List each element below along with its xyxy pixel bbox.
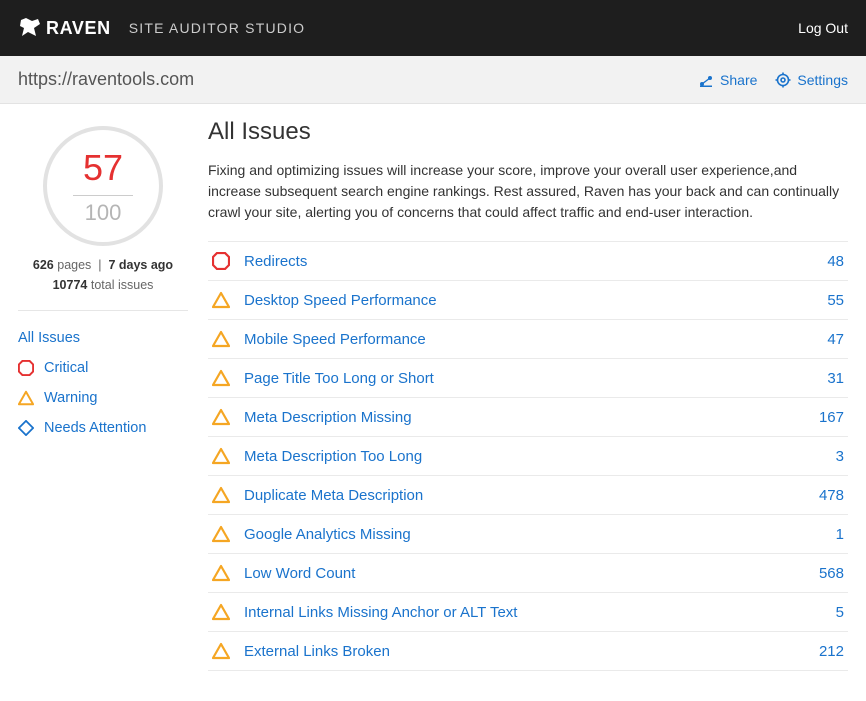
- issue-row[interactable]: Meta Description Too Long3: [208, 437, 848, 476]
- score-value: 57: [83, 147, 123, 193]
- issue-label: Page Title Too Long or Short: [244, 370, 827, 387]
- warning-icon: [212, 525, 230, 543]
- nav-critical[interactable]: Critical: [18, 353, 188, 383]
- pages-meta: 626 pages | 7 days ago: [18, 258, 188, 272]
- issue-row[interactable]: External Links Broken212: [208, 632, 848, 671]
- issue-label: Low Word Count: [244, 565, 819, 582]
- logout-link[interactable]: Log Out: [798, 20, 848, 36]
- topbar: RAVEN SITE AUDITOR STUDIO Log Out: [0, 0, 866, 56]
- issue-row[interactable]: Page Title Too Long or Short31: [208, 359, 848, 398]
- issue-row[interactable]: Desktop Speed Performance55: [208, 281, 848, 320]
- issue-label: External Links Broken: [244, 643, 819, 660]
- issue-label: Internal Links Missing Anchor or ALT Tex…: [244, 604, 836, 621]
- critical-icon: [18, 360, 34, 376]
- score-divider: [73, 195, 133, 196]
- nav-all-label: All Issues: [18, 330, 80, 346]
- issue-count: 55: [827, 292, 844, 309]
- warning-icon: [212, 564, 230, 582]
- issue-row[interactable]: Low Word Count568: [208, 554, 848, 593]
- issue-row[interactable]: Google Analytics Missing1: [208, 515, 848, 554]
- content: All Issues Fixing and optimizing issues …: [208, 118, 848, 671]
- section-intro: Fixing and optimizing issues will increa…: [208, 160, 848, 223]
- nav-critical-label: Critical: [44, 360, 88, 376]
- total-issues-label: total issues: [91, 278, 154, 292]
- issue-count: 47: [827, 331, 844, 348]
- crawl-age: 7 days ago: [108, 258, 173, 272]
- score-max: 100: [85, 200, 122, 226]
- issue-count: 167: [819, 409, 844, 426]
- issue-count: 1: [836, 526, 844, 543]
- nav-warning-label: Warning: [44, 390, 97, 406]
- issue-count: 5: [836, 604, 844, 621]
- issue-row[interactable]: Duplicate Meta Description478: [208, 476, 848, 515]
- issue-count: 48: [827, 253, 844, 270]
- issue-row[interactable]: Internal Links Missing Anchor or ALT Tex…: [208, 593, 848, 632]
- brand-text: RAVEN: [46, 18, 111, 39]
- issue-count: 568: [819, 565, 844, 582]
- nav-attention[interactable]: Needs Attention: [18, 413, 188, 443]
- issue-label: Mobile Speed Performance: [244, 331, 827, 348]
- main: 57 100 626 pages | 7 days ago 10774 tota…: [0, 104, 866, 701]
- nav-attention-label: Needs Attention: [44, 420, 146, 436]
- total-issues-count: 10774: [53, 278, 88, 292]
- subbar-actions: Share Settings: [698, 72, 848, 88]
- app-title: SITE AUDITOR STUDIO: [129, 20, 306, 36]
- site-url: https://raventools.com: [18, 69, 194, 90]
- settings-link[interactable]: Settings: [775, 72, 848, 88]
- gear-icon: [775, 72, 791, 88]
- issue-label: Google Analytics Missing: [244, 526, 836, 543]
- warning-icon: [212, 642, 230, 660]
- sidebar: 57 100 626 pages | 7 days ago 10774 tota…: [18, 118, 188, 443]
- issue-count: 478: [819, 487, 844, 504]
- nav-all-issues[interactable]: All Issues: [18, 323, 188, 353]
- issue-label: Meta Description Missing: [244, 409, 819, 426]
- issue-label: Redirects: [244, 253, 827, 270]
- share-icon: [698, 72, 714, 88]
- issue-row[interactable]: Redirects48: [208, 242, 848, 281]
- pages-count: 626: [33, 258, 54, 272]
- nav-divider: [18, 310, 188, 311]
- nav-list: All Issues Critical Warning Needs Attent…: [18, 323, 188, 443]
- issue-count: 31: [827, 370, 844, 387]
- issue-count: 3: [836, 448, 844, 465]
- section-title: All Issues: [208, 118, 848, 146]
- share-link[interactable]: Share: [698, 72, 757, 88]
- nav-warning[interactable]: Warning: [18, 383, 188, 413]
- issue-list: Redirects48Desktop Speed Performance55Mo…: [208, 241, 848, 671]
- attention-icon: [18, 420, 34, 436]
- issue-row[interactable]: Mobile Speed Performance47: [208, 320, 848, 359]
- topbar-left: RAVEN SITE AUDITOR STUDIO: [18, 16, 305, 40]
- warning-icon: [18, 390, 34, 406]
- warning-icon: [212, 369, 230, 387]
- issue-label: Duplicate Meta Description: [244, 487, 819, 504]
- warning-icon: [212, 603, 230, 621]
- warning-icon: [212, 486, 230, 504]
- issue-count: 212: [819, 643, 844, 660]
- settings-label: Settings: [797, 72, 848, 88]
- warning-icon: [212, 408, 230, 426]
- warning-icon: [212, 291, 230, 309]
- share-label: Share: [720, 72, 757, 88]
- score-circle: 57 100: [43, 126, 163, 246]
- raven-bird-icon: [18, 16, 42, 40]
- warning-icon: [212, 447, 230, 465]
- pages-label: pages: [57, 258, 91, 272]
- brand-logo: RAVEN: [18, 16, 111, 40]
- issue-row[interactable]: Meta Description Missing167: [208, 398, 848, 437]
- issue-label: Desktop Speed Performance: [244, 292, 827, 309]
- issue-label: Meta Description Too Long: [244, 448, 836, 465]
- warning-icon: [212, 330, 230, 348]
- total-issues-meta: 10774 total issues: [18, 278, 188, 292]
- subbar: https://raventools.com Share Settings: [0, 56, 866, 104]
- critical-icon: [212, 252, 230, 270]
